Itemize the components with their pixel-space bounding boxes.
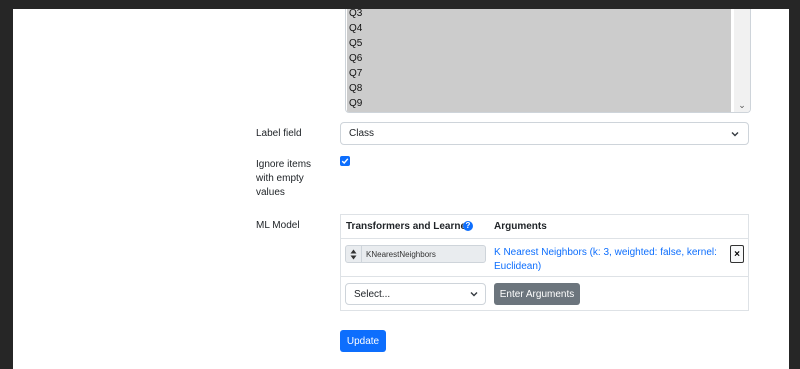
label-field-select[interactable]: Class — [340, 122, 749, 145]
field-separator — [361, 246, 362, 262]
scroll-down-icon[interactable]: ⌄ — [737, 100, 747, 110]
table-divider — [341, 238, 748, 239]
table-divider — [341, 276, 748, 277]
feature-listbox[interactable]: Q3 Q4 Q5 Q6 Q7 Q8 Q9 ⌄ — [345, 9, 751, 113]
ml-model-label: ML Model — [256, 220, 300, 231]
feature-option[interactable]: Q8 — [347, 81, 731, 96]
update-button[interactable]: Update — [340, 330, 386, 352]
header-transformers: Transformers and Learner — [346, 221, 470, 232]
new-transformer-value: Select... — [354, 288, 391, 300]
form-page: Q3 Q4 Q5 Q6 Q7 Q8 Q9 ⌄ Label field Class… — [13, 9, 789, 369]
feature-options: Q3 Q4 Q5 Q6 Q7 Q8 Q9 — [347, 9, 731, 112]
transformer-field[interactable]: KNearestNeighbors — [345, 245, 486, 263]
feature-option[interactable]: Q4 — [347, 21, 731, 36]
new-transformer-select[interactable]: Select... — [345, 283, 486, 305]
feature-option[interactable]: Q6 — [347, 51, 731, 66]
feature-option[interactable]: Q7 — [347, 66, 731, 81]
ignore-empty-checkbox[interactable] — [340, 156, 350, 166]
feature-option[interactable]: Q3 — [347, 9, 731, 21]
feature-option[interactable]: Q5 — [347, 36, 731, 51]
check-icon — [341, 158, 349, 165]
listbox-scrollbar[interactable]: ⌄ — [734, 9, 750, 112]
transformer-name: KNearestNeighbors — [366, 249, 436, 259]
enter-arguments-button[interactable]: Enter Arguments — [494, 283, 580, 305]
remove-row-button[interactable]: × — [730, 245, 744, 263]
help-icon[interactable]: ? — [463, 221, 473, 231]
header-arguments: Arguments — [494, 221, 547, 232]
ml-model-table: Transformers and Learner ? Arguments KNe… — [340, 214, 749, 311]
chevron-down-icon — [470, 292, 478, 297]
arguments-link[interactable]: K Nearest Neighbors (k: 3, weighted: fal… — [494, 246, 720, 274]
sort-icon[interactable] — [350, 249, 357, 260]
label-field-value: Class — [349, 128, 375, 139]
feature-option[interactable]: Q9 — [347, 96, 731, 111]
chevron-down-icon — [731, 131, 739, 136]
label-field-label: Label field — [256, 128, 302, 139]
ignore-empty-label: Ignore items with empty values — [256, 159, 312, 198]
